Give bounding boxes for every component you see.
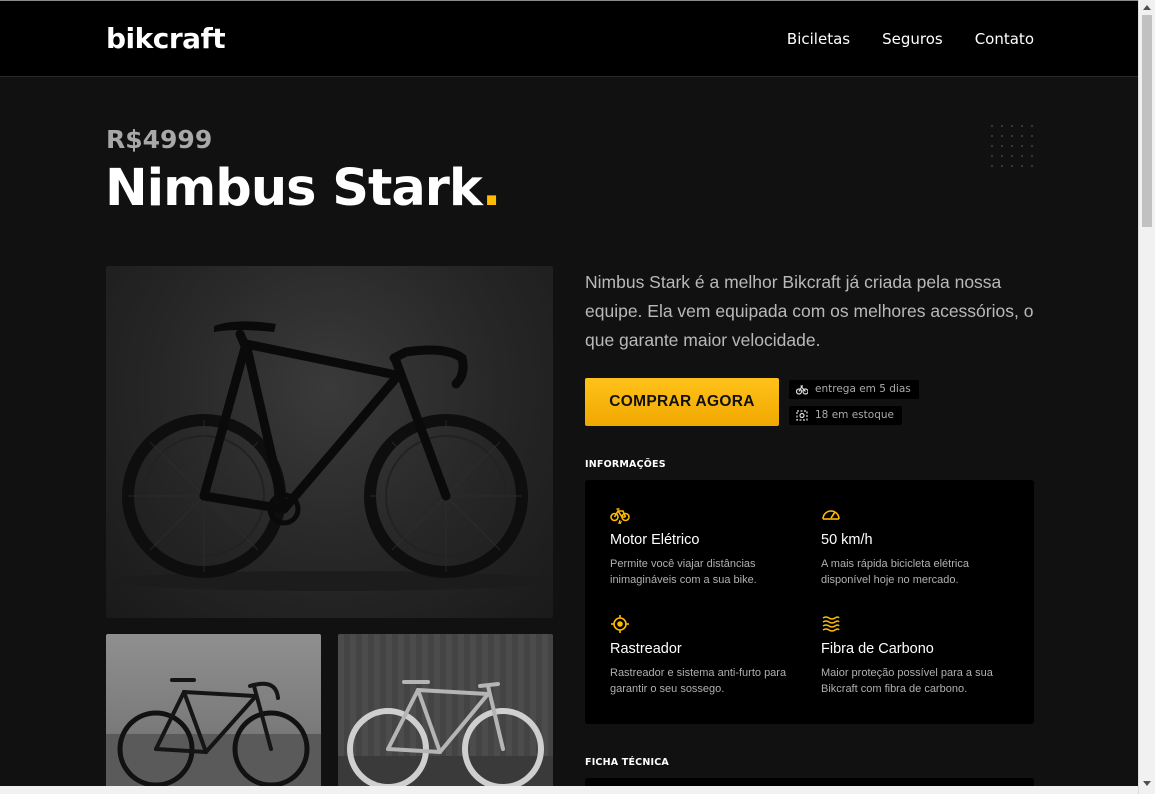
speedometer-icon — [821, 506, 1011, 524]
product-name: Nimbus Stark — [105, 159, 483, 218]
nav-link-bicicletas[interactable]: Biciletas — [787, 30, 850, 48]
feature-electric-motor: Motor Elétrico Permite você viajar distâ… — [610, 506, 800, 588]
product-main-image — [106, 266, 553, 618]
feature-text: Permite você viajar distâncias inimaginá… — [610, 558, 757, 586]
feature-title: 50 km/h — [821, 532, 873, 548]
fixed-gear-white-bike-illustration — [338, 680, 553, 786]
product-thumbnail-1[interactable] — [106, 634, 321, 786]
nav-link-contato[interactable]: Contato — [975, 30, 1034, 48]
info-panel: Motor Elétrico Permite você viajar distâ… — [585, 480, 1034, 724]
delivery-tag-text: entrega em 5 dias — [815, 383, 911, 395]
scrollbar-thumb[interactable] — [1142, 15, 1152, 227]
scroll-down-arrow-icon[interactable] — [1143, 781, 1151, 786]
logo[interactable]: bikcraft — [106, 22, 226, 55]
product-thumbnail-2[interactable] — [338, 634, 553, 786]
title-accent-dot: . — [481, 159, 501, 218]
feature-tracker: Rastreador Rastreador e sistema anti-fur… — [610, 615, 800, 697]
buy-now-button[interactable]: COMPRAR AGORA — [585, 378, 779, 426]
product-title: Nimbus Stark. — [105, 159, 501, 218]
carbon-fiber-icon — [821, 615, 1011, 633]
feature-title: Rastreador — [610, 641, 682, 657]
tracker-icon — [610, 615, 800, 633]
product-description: Nimbus Stark é a melhor Bikcraft já cria… — [585, 272, 1034, 350]
feature-title: Fibra de Carbono — [821, 641, 934, 657]
horizontal-scrollbar-track — [0, 786, 1138, 794]
road-bike-illustration — [111, 321, 551, 591]
feature-title: Motor Elétrico — [610, 532, 700, 548]
delivery-bike-icon — [796, 385, 808, 395]
info-section-label: INFORMAÇÕES — [585, 459, 666, 470]
fixed-gear-black-bike-illustration — [106, 678, 321, 786]
page: bikcraft Biciletas Seguros Contato R$499… — [0, 1, 1138, 786]
feature-carbon-fiber: Fibra de Carbono Maior proteção possível… — [821, 615, 1011, 697]
scroll-up-arrow-icon[interactable] — [1143, 5, 1151, 10]
nav-link-seguros[interactable]: Seguros — [882, 30, 943, 48]
feature-speed: 50 km/h A mais rápida bicicleta elétrica… — [821, 506, 1011, 588]
specs-section-label: FICHA TÉCNICA — [585, 757, 669, 768]
feature-text: Maior proteção possível para a sua Bikcr… — [821, 667, 993, 695]
specs-panel — [585, 778, 1034, 786]
electric-bike-icon — [610, 506, 800, 525]
product-price: R$4999 — [106, 125, 213, 154]
feature-text: A mais rápida bicicleta elétrica disponí… — [821, 558, 969, 586]
delivery-tag: entrega em 5 dias — [789, 380, 919, 399]
stock-box-icon — [796, 410, 808, 421]
main-nav: Biciletas Seguros Contato — [787, 30, 1034, 48]
decorative-dot-grid — [991, 125, 1035, 169]
stock-tag: 18 em estoque — [789, 406, 902, 425]
feature-text: Rastreador e sistema anti-furto para gar… — [610, 667, 787, 695]
site-header: bikcraft Biciletas Seguros Contato — [0, 1, 1138, 77]
stock-tag-text: 18 em estoque — [815, 409, 894, 421]
vertical-scrollbar[interactable] — [1138, 0, 1155, 794]
